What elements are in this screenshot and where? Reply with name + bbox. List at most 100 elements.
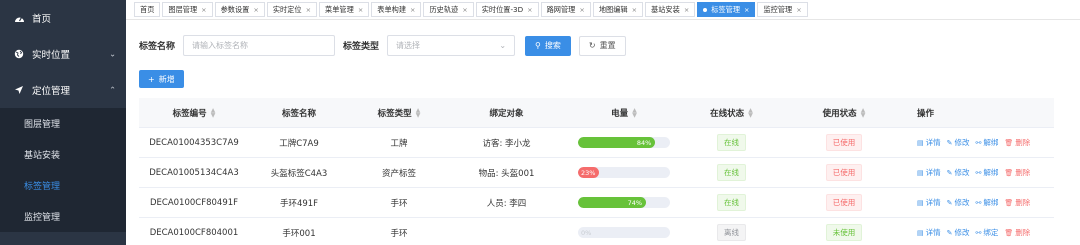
trash-icon: 🗑 xyxy=(1004,228,1014,237)
tag-name-input[interactable]: 请输入标签名称 xyxy=(183,35,336,56)
chevron-down-icon: ⌄ xyxy=(109,49,116,59)
search-icon: ⚲ xyxy=(535,41,541,50)
edit-link[interactable]: ✎ 修改 xyxy=(947,227,970,238)
col-tag-type[interactable]: 标签类型 ▲ ▼ xyxy=(349,107,449,119)
sort-icon[interactable]: ▲ ▼ xyxy=(748,107,753,118)
tab-monitor[interactable]: 监控管理 × xyxy=(757,2,808,17)
globe-icon xyxy=(12,49,26,59)
sidebar-item-layer-management[interactable]: 图层管理 xyxy=(0,108,126,139)
table-header: 标签编号 ▲ ▼ 标签名称 标签类型 ▲ ▼ 绑定对象 电量 ▲ ▼ 在线状态 ▲ ▼ 使用状态… xyxy=(139,98,1054,128)
delete-link[interactable]: 🗑 删除 xyxy=(1004,227,1030,238)
sort-icon[interactable]: ▲ ▼ xyxy=(416,107,421,118)
tab-roadnet[interactable]: 路网管理 × xyxy=(540,2,591,17)
sidebar-item-monitor-management[interactable]: 监控管理 xyxy=(0,201,126,232)
delete-link[interactable]: 🗑 删除 xyxy=(1004,167,1030,178)
edit-icon: ✎ xyxy=(946,138,953,147)
cell-actions: ▤ 详情 ✎ 修改 ⚯ 解绑 🗑 删除 xyxy=(909,137,1054,148)
close-icon[interactable]: × xyxy=(684,6,689,14)
edit-link[interactable]: ✎ 修改 xyxy=(947,197,970,208)
cell-actions: ▤ 详情 ✎ 修改 ⚯ 解绑 🗑 删除 xyxy=(909,197,1054,208)
add-button[interactable]: + 新增 xyxy=(139,70,184,88)
cell-usage: 未使用 xyxy=(779,224,909,241)
unbind-link[interactable]: ⚯ 解绑 xyxy=(976,167,999,178)
sort-icon[interactable]: ▲ ▼ xyxy=(861,107,866,118)
menu-realtime-location[interactable]: 实时位置 ⌄ xyxy=(0,36,126,72)
search-button[interactable]: ⚲ 搜索 xyxy=(525,35,571,56)
close-icon[interactable]: × xyxy=(201,6,206,14)
delete-link[interactable]: 🗑 删除 xyxy=(1004,137,1030,148)
sidebar-item-tag-management[interactable]: 标签管理 xyxy=(0,170,126,201)
document-icon: ▤ xyxy=(917,228,924,237)
unbind-link[interactable]: ⚯ 解绑 xyxy=(976,197,999,208)
sort-icon[interactable]: ▲ ▼ xyxy=(211,107,216,118)
tab-realtime[interactable]: 实时定位 × xyxy=(266,2,318,17)
close-icon[interactable]: × xyxy=(744,6,749,14)
col-online[interactable]: 在线状态 ▲ ▼ xyxy=(684,107,779,119)
tab-tag-management[interactable]: 标签管理 × xyxy=(697,2,756,17)
battery-bar: 0% xyxy=(578,227,670,238)
close-icon[interactable]: × xyxy=(579,6,584,14)
tab-history[interactable]: 历史轨迹 × xyxy=(423,2,474,17)
cell-tag-id: DECA0100CF804001 xyxy=(149,227,239,238)
usage-badge: 已使用 xyxy=(825,134,863,151)
cell-usage: 已使用 xyxy=(779,164,909,181)
edit-link[interactable]: ✎ 修改 xyxy=(947,137,970,148)
close-icon[interactable]: × xyxy=(306,6,311,14)
tab-menu[interactable]: 菜单管理 × xyxy=(319,2,370,17)
link-icon: ⚯ xyxy=(975,168,982,177)
bind-link[interactable]: ⚯ 绑定 xyxy=(976,227,999,238)
detail-link[interactable]: ▤ 详情 xyxy=(917,167,941,178)
col-usage[interactable]: 使用状态 ▲ ▼ xyxy=(779,107,909,119)
table-row: DECA01005134C4A3 头盔标签C4A3 资产标签 物品: 头盔001… xyxy=(139,158,1054,188)
menu-home[interactable]: 首页 xyxy=(0,0,126,36)
dashboard-icon xyxy=(12,14,26,23)
tag-type-select[interactable]: 请选择 ⌄ xyxy=(387,35,516,56)
tab-home[interactable]: 首页 xyxy=(134,2,161,17)
edit-icon: ✎ xyxy=(946,228,953,237)
col-battery[interactable]: 电量 ▲ ▼ xyxy=(564,107,684,119)
battery-bar: 74% xyxy=(578,197,670,208)
detail-link[interactable]: ▤ 详情 xyxy=(917,197,941,208)
delete-link[interactable]: 🗑 删除 xyxy=(1004,197,1030,208)
menu-label: 首页 xyxy=(32,14,52,25)
cell-tag-name: 工牌C7A9 xyxy=(279,138,319,149)
close-icon[interactable]: × xyxy=(632,6,637,14)
cell-battery: 74% xyxy=(564,197,684,208)
menu-positioning[interactable]: 定位管理 ⌃ xyxy=(0,72,126,108)
close-icon[interactable]: × xyxy=(358,6,363,14)
link-icon: ⚯ xyxy=(975,198,982,207)
online-badge: 在线 xyxy=(717,164,746,181)
tab-base-station[interactable]: 基站安装 × xyxy=(645,2,696,17)
battery-fill: 0% xyxy=(581,228,592,237)
cell-tag-type: 手环 xyxy=(390,198,408,209)
cell-usage: 已使用 xyxy=(779,134,909,151)
col-bind-object: 绑定对象 xyxy=(489,108,524,119)
detail-link[interactable]: ▤ 详情 xyxy=(917,137,941,148)
close-icon[interactable]: × xyxy=(796,6,801,14)
table-row: DECA01004353C7A9 工牌C7A9 工牌 访客: 李小龙 84% 在… xyxy=(139,128,1054,158)
document-icon: ▤ xyxy=(917,198,924,207)
tab-realtime-3d[interactable]: 实时位置-3D × xyxy=(475,2,539,17)
tab-layer[interactable]: 图层管理 × xyxy=(162,2,213,17)
cell-bind-object: 访客: 李小龙 xyxy=(482,138,531,149)
tab-form[interactable]: 表单构建 × xyxy=(371,2,422,17)
battery-bar: 23% xyxy=(578,167,670,178)
location-arrow-icon xyxy=(12,85,26,95)
sidebar-item-base-station[interactable]: 基站安装 xyxy=(0,139,126,170)
battery-fill: 74% xyxy=(578,197,647,208)
edit-link[interactable]: ✎ 修改 xyxy=(947,167,970,178)
close-icon[interactable]: × xyxy=(410,6,415,14)
tab-map-edit[interactable]: 地图编辑 × xyxy=(592,2,644,17)
close-icon[interactable]: × xyxy=(253,6,258,14)
main-content: 标签名称 请输入标签名称 标签类型 请选择 ⌄ ⚲ 搜索 ↻ 重置 + 新增 标签编号 ▲… xyxy=(126,21,1080,245)
cell-tag-id: DECA01004353C7A9 xyxy=(149,137,239,148)
sort-icon[interactable]: ▲ ▼ xyxy=(632,107,637,118)
tab-params[interactable]: 参数设置 × xyxy=(214,2,265,17)
detail-link[interactable]: ▤ 详情 xyxy=(917,227,941,238)
link-icon: ⚯ xyxy=(975,228,982,237)
close-icon[interactable]: × xyxy=(462,6,467,14)
unbind-link[interactable]: ⚯ 解绑 xyxy=(976,137,999,148)
col-tag-id[interactable]: 标签编号 ▲ ▼ xyxy=(139,107,249,119)
close-icon[interactable]: × xyxy=(527,6,532,14)
reset-button[interactable]: ↻ 重置 xyxy=(578,35,626,56)
